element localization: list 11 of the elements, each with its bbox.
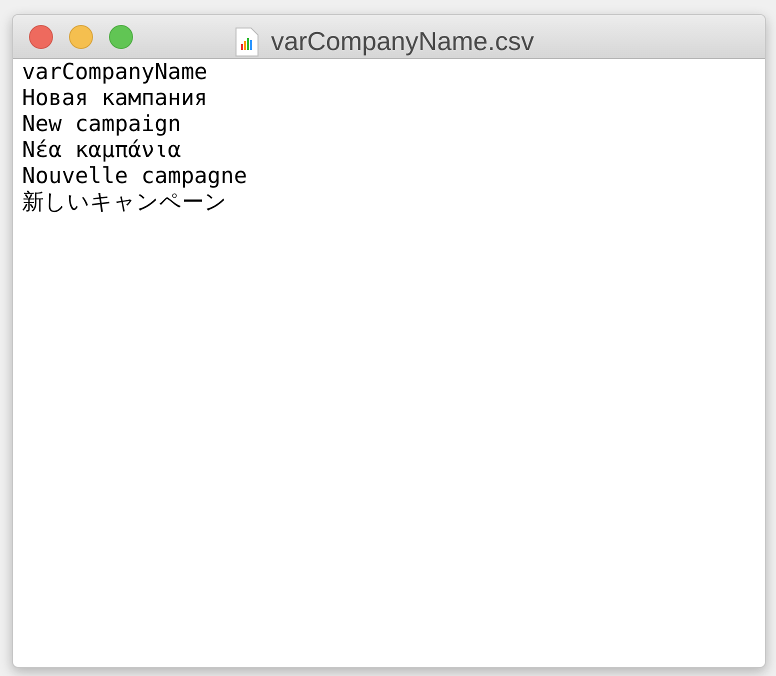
text-line: New campaign bbox=[22, 112, 181, 138]
text-line: 新しいキャンペーン bbox=[22, 190, 227, 216]
close-button[interactable] bbox=[29, 24, 53, 48]
text-line: Новая кампания bbox=[22, 86, 208, 112]
window-title: varCompanyName.csv bbox=[271, 25, 534, 58]
minimize-button[interactable] bbox=[69, 24, 93, 48]
text-line: Nouvelle campagne bbox=[22, 164, 248, 190]
zoom-button[interactable] bbox=[109, 24, 133, 48]
document-icon bbox=[235, 26, 259, 56]
text-line: varCompanyName bbox=[22, 60, 208, 86]
text-line: Νέα καμπάνια bbox=[22, 138, 181, 164]
